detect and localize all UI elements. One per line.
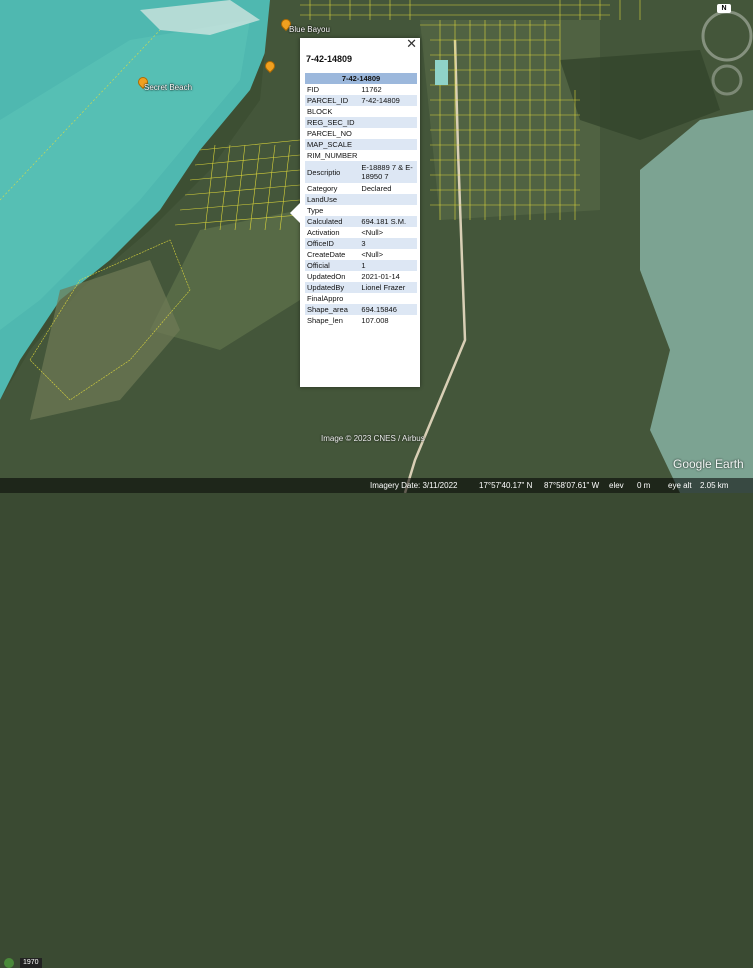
attribute-row: FID 11762	[305, 84, 417, 95]
attribute-row: PARCEL_ID 7-42-14809	[305, 95, 417, 106]
close-icon[interactable]: ✕	[406, 37, 417, 51]
imagery-credit: Image © 2023 CNES / Airbus	[321, 434, 425, 443]
attribute-row: MAP_SCALE	[305, 139, 417, 150]
attribute-row: BLOCK	[305, 106, 417, 117]
attribute-value	[359, 139, 417, 150]
longitude-readout: 87°58'07.61" W	[544, 481, 600, 490]
attribute-key: MAP_SCALE	[305, 139, 360, 150]
attribute-key: Calculated	[305, 216, 360, 227]
attribute-key: Official	[305, 260, 360, 271]
attribute-row: Category Declared	[305, 183, 417, 194]
attribute-value	[359, 106, 417, 117]
attribute-value: 694.181 S.M.	[359, 216, 417, 227]
attribute-key: Category	[307, 184, 338, 193]
attribute-row: Official 1	[305, 260, 417, 271]
attribute-key: FID	[307, 85, 320, 94]
attribute-value: Lionel Frazer	[359, 282, 417, 293]
attribute-value: 7-42-14809	[359, 95, 417, 106]
latitude-readout: 17°57'40.17" N	[479, 481, 533, 490]
attribute-row: OfficeID 3	[305, 238, 417, 249]
attribute-key: Descriptio	[305, 161, 360, 183]
attribute-value: 3	[359, 238, 417, 249]
year-badge[interactable]: 1970	[20, 958, 42, 968]
attribute-key: OfficeID	[305, 238, 360, 249]
attribute-key: UpdatedOn	[307, 272, 346, 281]
attribute-key: Shape_len	[307, 316, 343, 325]
popup-title: 7-42-14809	[306, 54, 353, 64]
attribute-table-header: 7-42-14809	[305, 73, 417, 84]
attribute-key: CreateDate	[307, 250, 346, 259]
attribute-value	[359, 128, 417, 139]
attribute-value	[359, 150, 417, 161]
attribute-value: <Null>	[361, 250, 384, 259]
attribute-key: FinalAppro	[307, 294, 344, 303]
attribute-value: E-18889 7 & E-18950 7	[359, 161, 417, 183]
attribute-value: 694.15846	[359, 304, 417, 315]
attribute-key: PARCEL_ID	[305, 95, 360, 106]
attribute-key: Shape_area	[305, 304, 360, 315]
attribute-row: Shape_len 107.008	[305, 315, 417, 326]
attribute-value: 2021-01-14	[361, 272, 400, 281]
attribute-row: Type	[305, 205, 417, 216]
eye-altitude-value: 2.05 km	[700, 481, 729, 490]
attribute-key: Type	[307, 206, 324, 215]
place-label-blue-bayou[interactable]: Blue Bayou	[289, 25, 330, 34]
attribute-value: Declared	[361, 184, 392, 193]
google-earth-logo: Google Earth	[673, 457, 744, 471]
attribute-key: PARCEL_NO	[307, 129, 352, 138]
attribute-value	[359, 194, 417, 205]
status-bar: 1970 Imagery Date: 3/11/2022 17°57'40.17…	[0, 478, 753, 968]
place-label-secret-beach[interactable]: Secret Beach	[144, 83, 192, 92]
attribute-row: RIM_NUMBER	[305, 150, 417, 161]
popup-pointer	[290, 203, 300, 223]
feature-info-popup: ✕ 7-42-14809 7-42-14809 FID 11762 PARCEL_I…	[290, 37, 420, 387]
eye-altitude-label: eye alt	[668, 481, 692, 490]
attribute-key: RIM_NUMBER	[307, 151, 358, 160]
attribute-key: REG_SEC_ID	[305, 117, 360, 128]
attribute-row: Descriptio E-18889 7 & E-18950 7	[305, 161, 417, 183]
attribute-value	[359, 205, 417, 216]
imagery-date: Imagery Date: 3/11/2022	[370, 481, 458, 490]
attribute-row: Calculated 694.181 S.M.	[305, 216, 417, 227]
attribute-row: Shape_area 694.15846	[305, 304, 417, 315]
historical-imagery-icon[interactable]	[4, 958, 14, 968]
attribute-key: BLOCK	[307, 107, 333, 116]
elevation-value: 0 m	[637, 481, 651, 490]
elevation-label: elev	[609, 481, 624, 490]
attribute-value: 107.008	[361, 316, 389, 325]
attribute-key: UpdatedBy	[305, 282, 360, 293]
attribute-row: UpdatedOn 2021-01-14	[305, 271, 417, 282]
attribute-value	[359, 293, 417, 304]
attribute-value: 11762	[361, 85, 382, 94]
north-compass-button[interactable]: N	[717, 4, 731, 13]
attribute-table: 7-42-14809 FID 11762 PARCEL_ID 7-42-14809 BL…	[305, 73, 417, 326]
attribute-row: PARCEL_NO	[305, 128, 417, 139]
attribute-row: Activation <Null>	[305, 227, 417, 238]
attribute-row: LandUse	[305, 194, 417, 205]
attribute-row: UpdatedBy Lionel Frazer	[305, 282, 417, 293]
attribute-value: 1	[359, 260, 417, 271]
attribute-value	[359, 117, 417, 128]
attribute-row: REG_SEC_ID	[305, 117, 417, 128]
attribute-row: CreateDate <Null>	[305, 249, 417, 260]
attribute-key: LandUse	[305, 194, 360, 205]
attribute-row: FinalAppro	[305, 293, 417, 304]
attribute-value: <Null>	[361, 228, 384, 237]
attribute-key: Activation	[307, 228, 340, 237]
